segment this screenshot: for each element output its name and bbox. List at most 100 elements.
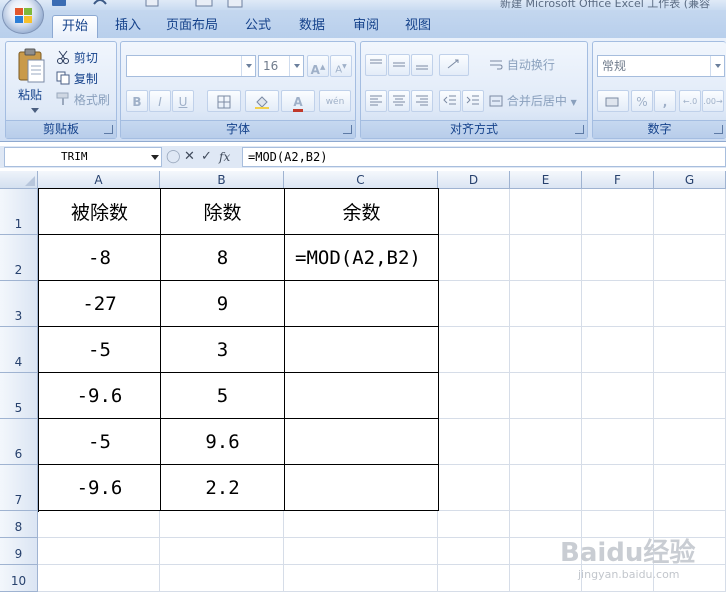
grid-cell[interactable] [438,511,510,538]
tab-review[interactable]: 审阅 [344,15,388,38]
table-cell[interactable] [285,465,439,511]
cut-button[interactable]: 剪切 [56,47,98,69]
number-dialog-launcher[interactable] [714,125,723,134]
select-all-button[interactable] [0,171,38,189]
grid-cell[interactable] [38,538,160,565]
table-header-divisor[interactable]: 除数 [161,189,285,235]
active-cell-formula[interactable]: =MOD(A2,B2) [285,235,439,281]
grid-cell[interactable] [38,511,160,538]
align-middle-button[interactable] [388,54,410,76]
grid-cell[interactable] [438,327,510,373]
row-header-8[interactable]: 8 [0,511,38,538]
table-cell[interactable]: 9 [161,281,285,327]
table-cell[interactable] [285,281,439,327]
table-cell[interactable]: -5 [39,327,161,373]
table-cell[interactable]: 5 [161,373,285,419]
grid-cell[interactable] [160,565,284,592]
clipboard-dialog-launcher[interactable] [104,125,113,134]
row-header-6[interactable]: 6 [0,419,38,465]
tab-home[interactable]: 开始 [52,15,98,38]
grid-cell[interactable] [510,189,582,235]
table-cell[interactable]: -27 [39,281,161,327]
italic-button[interactable]: I [149,90,171,112]
column-header-e[interactable]: E [510,171,582,189]
underline-button[interactable]: U [172,90,194,112]
table-cell[interactable]: -8 [39,235,161,281]
row-header-7[interactable]: 7 [0,465,38,511]
table-cell[interactable]: -9.6 [39,373,161,419]
increase-indent-button[interactable] [462,90,484,112]
align-center-button[interactable] [388,90,410,112]
insert-function-icon[interactable]: fx [219,147,230,167]
grid-cell[interactable] [582,235,654,281]
row-header-10[interactable]: 10 [0,565,38,592]
font-name-combobox[interactable] [126,55,256,77]
tab-view[interactable]: 视图 [396,15,440,38]
table-cell[interactable]: 3 [161,327,285,373]
bold-button[interactable]: B [126,90,148,112]
alignment-dialog-launcher[interactable] [575,125,584,134]
grid-cell[interactable] [438,373,510,419]
borders-button[interactable] [207,90,241,112]
column-header-g[interactable]: G [654,171,726,189]
grid-cell[interactable] [510,419,582,465]
table-cell[interactable] [285,419,439,465]
column-header-b[interactable]: B [160,171,284,189]
fill-color-button[interactable] [245,90,279,112]
column-header-d[interactable]: D [438,171,510,189]
grid-cell[interactable] [438,281,510,327]
formula-input[interactable]: =MOD(A2,B2) [242,147,726,167]
table-cell[interactable] [285,327,439,373]
font-color-button[interactable]: A [281,90,315,112]
cancel-icon[interactable]: ✕ [184,147,195,167]
grid-cell[interactable] [510,565,582,592]
align-top-button[interactable] [365,54,387,76]
shrink-font-button[interactable]: A▼ [330,55,352,77]
grid-cell[interactable] [654,189,726,235]
grid-cell[interactable] [38,565,160,592]
grid-cell[interactable] [654,465,726,511]
grid-cell[interactable] [654,373,726,419]
table-header-dividend[interactable]: 被除数 [39,189,161,235]
table-cell[interactable]: -5 [39,419,161,465]
table-cell[interactable] [285,373,439,419]
grid-cell[interactable] [510,327,582,373]
quick-access-toolbar[interactable] [50,0,250,8]
grid-cell[interactable] [582,189,654,235]
table-cell[interactable]: 2.2 [161,465,285,511]
grid-cell[interactable] [160,538,284,565]
align-left-button[interactable] [365,90,387,112]
table-cell[interactable]: 9.6 [161,419,285,465]
grid-cell[interactable] [438,419,510,465]
column-header-f[interactable]: F [582,171,654,189]
row-header-5[interactable]: 5 [0,373,38,419]
row-header-4[interactable]: 4 [0,327,38,373]
grow-font-button[interactable]: A▲ [307,55,329,77]
grid-cell[interactable] [654,419,726,465]
accounting-format-button[interactable] [597,90,629,112]
grid-cell[interactable] [582,281,654,327]
tab-insert[interactable]: 插入 [108,15,148,38]
wrap-text-button[interactable]: 自动换行 [489,54,555,76]
number-format-combobox[interactable]: 常规 [597,55,725,77]
row-header-3[interactable]: 3 [0,281,38,327]
grid-cell[interactable] [284,565,438,592]
grid-cell[interactable] [438,565,510,592]
orientation-button[interactable] [439,54,469,76]
grid-cell[interactable] [438,465,510,511]
column-header-c[interactable]: C [284,171,438,189]
grid-cell[interactable] [582,327,654,373]
grid-cell[interactable] [438,538,510,565]
chevron-down-icon[interactable] [151,155,159,160]
increase-decimal-button[interactable]: ←.0 [679,90,701,112]
tab-data[interactable]: 数据 [290,15,334,38]
enter-icon[interactable]: ✓ [201,147,212,167]
tab-formulas[interactable]: 公式 [236,15,280,38]
grid-cell[interactable] [284,511,438,538]
table-cell[interactable]: -9.6 [39,465,161,511]
decrease-indent-button[interactable] [439,90,461,112]
grid-cell[interactable] [582,419,654,465]
paste-button[interactable]: 粘贴 [18,84,42,106]
grid-cell[interactable] [582,465,654,511]
table-header-remainder[interactable]: 余数 [285,189,439,235]
